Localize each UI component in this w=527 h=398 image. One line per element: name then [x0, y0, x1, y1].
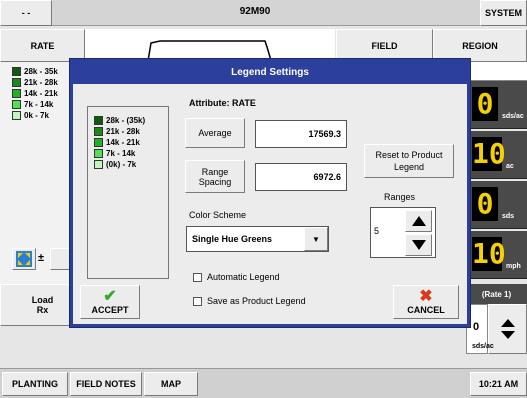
tab-map[interactable]: MAP: [144, 372, 198, 396]
readout-panel: 10 ac: [466, 131, 527, 179]
readout-unit: ac: [506, 163, 514, 170]
chevron-down-icon: ▼: [312, 234, 320, 244]
average-input[interactable]: 17569.3: [255, 120, 347, 148]
color-scheme-value: Single Hue Greens: [192, 234, 273, 244]
legend-swatch: [12, 111, 21, 120]
ranges-up-button[interactable]: [405, 210, 432, 232]
automatic-legend-checkbox[interactable]: Automatic Legend: [193, 272, 280, 282]
cancel-label: CANCEL: [407, 305, 445, 315]
range-spacing-label: Range: [201, 166, 229, 177]
legend-swatch: [94, 116, 103, 125]
save-as-product-legend-checkbox[interactable]: Save as Product Legend: [193, 296, 306, 306]
range-spacing-button[interactable]: Range Spacing: [185, 160, 245, 193]
legend-swatch: [94, 127, 103, 136]
load-rx-label: Rx: [36, 305, 49, 315]
legend-label: (0k) - 7k: [106, 160, 137, 169]
legend-swatch: [12, 78, 21, 87]
checkbox-box: [193, 296, 202, 306]
checkbox-label: Automatic Legend: [207, 272, 280, 282]
legend-label: 7k - 14k: [106, 149, 136, 158]
readout-unit: sds/ac: [502, 113, 524, 120]
rate-unit: sds/ac: [472, 343, 494, 350]
legend-preview: 28k - (35k) 21k - 28k 14k - 21k 7k - 14k…: [87, 106, 169, 279]
reset-to-product-legend-button[interactable]: Reset to Product Legend: [364, 144, 454, 178]
accept-button[interactable]: ✔ ACCEPT: [80, 285, 140, 319]
dropdown-button[interactable]: ▼: [304, 227, 328, 251]
legend-swatch: [12, 100, 21, 109]
clock: 10:21 AM: [470, 372, 527, 396]
rate-value: 0: [473, 321, 480, 333]
reset-label: Legend: [393, 162, 425, 172]
arrow-down-icon: [411, 240, 426, 250]
reset-label: Reset to Product: [375, 150, 443, 160]
legend-preview-item: 7k - 14k: [94, 148, 145, 159]
legend-swatch: [94, 138, 103, 147]
legend-item: 28k - 35k: [12, 66, 58, 77]
menu-dash-button[interactable]: - -: [0, 0, 52, 26]
color-scheme-label: Color Scheme: [189, 210, 247, 220]
field-name-box: [466, 62, 527, 81]
legend-item: 0k - 7k: [12, 110, 58, 121]
legend-swatch: [12, 67, 21, 76]
map-legend-list: 28k - 35k 21k - 28k 14k - 21k 7k - 14k 0…: [12, 66, 58, 121]
area-readout: 10: [472, 137, 506, 171]
average-button[interactable]: Average: [185, 118, 245, 148]
range-spacing-label: Spacing: [198, 176, 232, 187]
legend-label: 14k - 21k: [106, 138, 140, 147]
readout-unit: sds: [502, 213, 515, 220]
readout-panel: 0 sds: [466, 181, 527, 229]
product-title: 92M90: [239, 6, 271, 17]
legend-label: 21k - 28k: [106, 127, 140, 136]
up-down-arrows-icon: [500, 319, 515, 339]
checkmark-icon: ✔: [103, 288, 117, 305]
legend-label: 7k - 14k: [24, 100, 54, 109]
color-scheme-select[interactable]: Single Hue Greens ▼: [186, 226, 329, 252]
tab-planting[interactable]: PLANTING: [2, 372, 68, 396]
tab-field-notes[interactable]: FIELD NOTES: [70, 372, 142, 396]
ranges-value[interactable]: 5: [374, 226, 379, 236]
ranges-down-button[interactable]: [405, 234, 432, 256]
seed-count-readout: 0: [472, 187, 498, 221]
attribute-label: Attribute: RATE: [189, 98, 256, 108]
readout-panel: 0 sds/ac: [466, 81, 527, 129]
legend-preview-item: 21k - 28k: [94, 126, 145, 137]
legend-preview-item: 28k - (35k): [94, 115, 145, 126]
arrow-up-icon: [411, 216, 426, 226]
legend-item: 7k - 14k: [12, 99, 58, 110]
rate-1-label: (Rate 1): [466, 284, 527, 304]
close-icon: ✖: [419, 288, 433, 305]
legend-item: 14k - 21k: [12, 88, 58, 99]
range-spacing-input[interactable]: 6972.6: [255, 163, 347, 191]
seed-rate-readout: 0: [472, 87, 498, 121]
zoom-extents-button[interactable]: [12, 248, 36, 270]
legend-label: 14k - 21k: [24, 89, 58, 98]
legend-label: 28k - 35k: [24, 67, 58, 76]
legend-label: 28k - (35k): [106, 116, 146, 125]
ranges-label: Ranges: [384, 192, 416, 202]
legend-item: 21k - 28k: [12, 77, 58, 88]
zoom-extents-icon: [16, 251, 32, 267]
cancel-button[interactable]: ✖ CANCEL: [393, 285, 459, 319]
accept-label: ACCEPT: [91, 305, 129, 315]
legend-label: 21k - 28k: [24, 78, 58, 87]
legend-label: 0k - 7k: [24, 111, 49, 120]
legend-swatch: [94, 160, 103, 169]
legend-preview-item: 14k - 21k: [94, 137, 145, 148]
system-button[interactable]: SYSTEM: [480, 0, 527, 26]
plus-minus-icon: ±: [38, 252, 45, 264]
legend-preview-item: (0k) - 7k: [94, 159, 145, 170]
speed-readout: 10: [472, 237, 506, 271]
readout-unit: mph: [506, 263, 521, 270]
legend-swatch: [12, 89, 21, 98]
load-rx-label: Load: [31, 295, 54, 305]
checkbox-label: Save as Product Legend: [207, 296, 306, 306]
checkbox-box: [193, 272, 202, 282]
legend-swatch: [94, 149, 103, 158]
dialog-title: Legend Settings: [231, 66, 309, 78]
readout-panel: 10 mph: [466, 231, 527, 279]
